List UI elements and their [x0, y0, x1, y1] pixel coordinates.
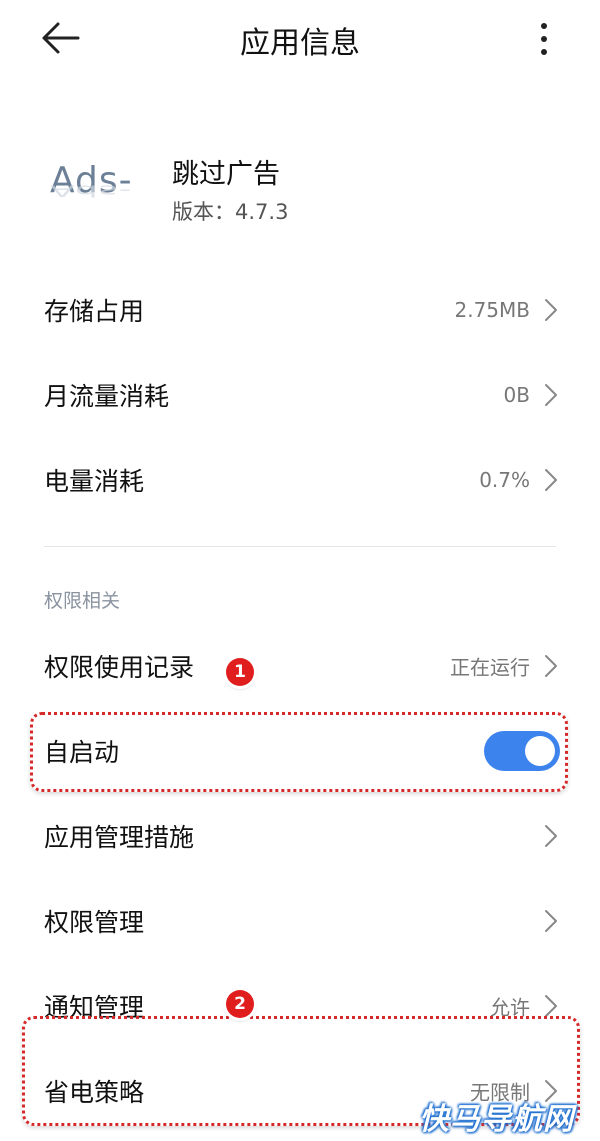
- app-icon: Ads- Ads-: [50, 160, 150, 210]
- row-value: 正在运行: [450, 655, 530, 680]
- step-marker-1: 1: [226, 658, 254, 686]
- row-label: 月流量消耗: [44, 382, 170, 411]
- row-label: 权限使用记录: [44, 653, 195, 682]
- chevron-right-icon: [545, 469, 557, 491]
- chevron-right-icon: [545, 995, 557, 1017]
- page-title: 应用信息: [240, 26, 360, 61]
- app-icon-reflection: Ads-: [50, 181, 133, 200]
- section-header-permissions: 权限相关: [44, 590, 121, 612]
- chevron-right-icon: [545, 299, 557, 321]
- section-divider: [44, 546, 556, 547]
- permission-management-row[interactable]: 权限管理: [0, 879, 600, 963]
- row-label: 电量消耗: [44, 467, 145, 496]
- app-management-row[interactable]: 应用管理措施: [0, 794, 600, 878]
- top-bar: 应用信息: [0, 0, 600, 80]
- row-label: 应用管理措施: [44, 823, 195, 852]
- data-usage-row[interactable]: 月流量消耗 0B: [0, 353, 600, 437]
- storage-row[interactable]: 存储占用 2.75MB: [0, 268, 600, 352]
- app-name: 跳过广告: [172, 159, 280, 190]
- step-marker-2: 2: [226, 990, 254, 1018]
- row-value: 0B: [503, 383, 530, 407]
- chevron-right-icon: [545, 655, 557, 677]
- more-vertical-icon: [541, 23, 547, 55]
- row-value: 0.7%: [479, 468, 530, 492]
- battery-usage-row[interactable]: 电量消耗 0.7%: [0, 438, 600, 522]
- permission-usage-record-row[interactable]: 权限使用记录 正在运行: [0, 624, 600, 708]
- app-header: Ads- Ads- 跳过广告 版本：4.7.3: [0, 140, 600, 250]
- chevron-right-icon: [545, 825, 557, 847]
- watermark: 快马导航网: [419, 1102, 574, 1137]
- chevron-right-icon: [545, 384, 557, 406]
- app-version: 版本：4.7.3: [172, 200, 289, 224]
- autostart-highlight: [30, 712, 568, 792]
- more-options-button[interactable]: [530, 20, 558, 58]
- chevron-right-icon: [545, 910, 557, 932]
- row-label: 权限管理: [44, 908, 145, 937]
- row-value: 2.75MB: [454, 298, 530, 322]
- row-label: 存储占用: [44, 297, 145, 326]
